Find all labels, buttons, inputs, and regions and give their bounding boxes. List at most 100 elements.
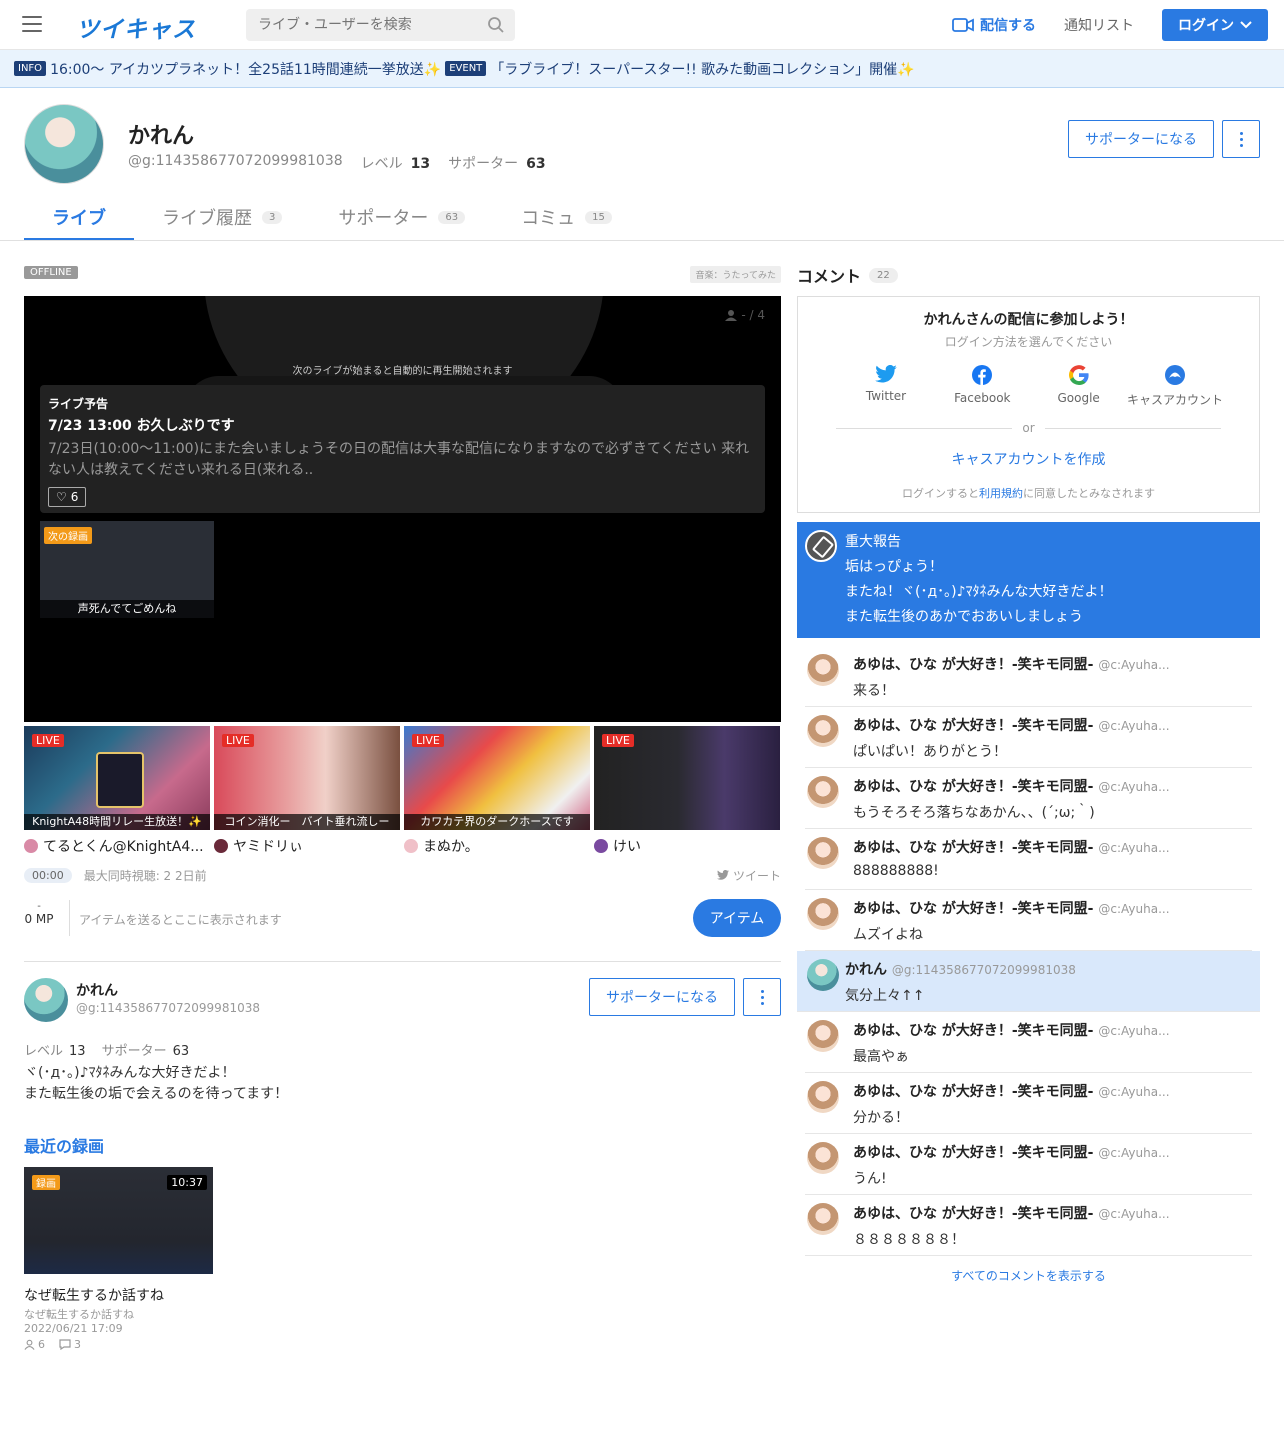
live-thumb[interactable]: LIVE コイン消化ー バイト垂れ流しー ヤミドリぃ: [214, 726, 400, 856]
comment-item: あゆは、ひな が大好き！-笑キモ同盟- @c:Ayuha... 分かる！: [805, 1073, 1252, 1134]
recording-views: 6: [38, 1338, 45, 1351]
live-thumb[interactable]: LIVE KnightA48時間リレー生放送！✨ てるとくん@KnightA4.…: [24, 726, 210, 856]
comment-icon: [59, 1339, 71, 1350]
like-button[interactable]: ♡ 6: [48, 487, 87, 507]
comment-author[interactable]: あゆは、ひな が大好き！-笑キモ同盟-: [853, 1206, 1094, 1222]
terms-link[interactable]: 利用規約: [979, 487, 1023, 500]
comment-author[interactable]: あゆは、ひな が大好き！-笑キモ同盟-: [853, 901, 1094, 917]
menu-icon[interactable]: [22, 16, 42, 32]
comment-author[interactable]: あゆは、ひな が大好き！-笑キモ同盟-: [853, 779, 1094, 795]
genre-badge[interactable]: 音楽：うたってみた: [690, 266, 781, 283]
login-google-button[interactable]: Google: [1031, 365, 1127, 408]
comment-item: あゆは、ひな が大好き！-笑キモ同盟- @c:Ayuha... 来る！: [805, 646, 1252, 707]
comment-author[interactable]: あゆは、ひな が大好き！-笑キモ同盟-: [853, 1084, 1094, 1100]
broadcast-button[interactable]: 配信する: [952, 15, 1036, 35]
comment-author[interactable]: あゆは、ひな が大好き！-笑キモ同盟-: [853, 718, 1094, 734]
event-announcement[interactable]: 「ラブライブ！スーパースター!! 歌みた動画コレクション」開催✨: [490, 59, 914, 79]
pinned-comment: 重大報告 垢はっぴょう！ またね！ヾ(･д･｡)♪ﾏﾀﾈみんな大好きだよ！ また…: [797, 522, 1260, 638]
tweet-button[interactable]: ツイート: [716, 867, 781, 884]
comment-avatar[interactable]: [807, 654, 839, 686]
notify-list-link[interactable]: 通知リスト: [1064, 15, 1134, 35]
tab-live-history[interactable]: ライブ履歴 3: [134, 193, 310, 241]
live-thumb[interactable]: LIVE カワカテ界のダークホースです まぬか。: [404, 726, 590, 856]
google-icon: [1068, 365, 1089, 385]
profile-avatar[interactable]: [24, 104, 104, 184]
card-supporter-label: サポーター: [101, 1044, 167, 1059]
live-thumb-username: ヤミドリぃ: [233, 839, 303, 855]
supporter-label: サポーター: [448, 156, 519, 172]
more-options-button[interactable]: [1222, 120, 1260, 158]
show-all-comments-link[interactable]: すべてのコメントを表示する: [797, 1267, 1260, 1284]
mp-display: - 0 MP: [24, 902, 54, 927]
tab-divider: [0, 240, 1284, 241]
next-recording-title: 声死んでてごめんね: [40, 600, 214, 618]
create-account-link[interactable]: キャスアカウントを作成: [798, 449, 1259, 469]
next-recording-label: 次の録画: [44, 527, 92, 544]
comment-author[interactable]: かれん: [845, 962, 887, 978]
comment-author[interactable]: あゆは、ひな が大好き！-笑キモ同盟-: [853, 657, 1094, 673]
preview-label: ライブ予告: [48, 397, 109, 411]
comment-author[interactable]: あゆは、ひな が大好き！-笑キモ同盟-: [853, 1023, 1094, 1039]
search-input[interactable]: [246, 9, 476, 41]
broadcast-label: 配信する: [980, 18, 1036, 34]
site-logo[interactable]: ツイキャス: [76, 10, 196, 44]
item-divider: [69, 900, 70, 936]
comment-author[interactable]: あゆは、ひな が大好き！-笑キモ同盟-: [853, 1145, 1094, 1161]
card-avatar[interactable]: [24, 978, 68, 1022]
login-facebook-button[interactable]: Facebook: [934, 365, 1030, 408]
comment-avatar[interactable]: [807, 959, 839, 991]
video-player[interactable]: - / 4 次のライブが始まると自動的に再生開始されます ライブ予告 7/23 …: [24, 296, 781, 722]
tab-history-count: 3: [262, 210, 283, 224]
tab-supporters-count: 63: [438, 210, 466, 224]
comment-user-id: @c:Ayuha...: [1098, 1085, 1170, 1099]
login-cas-account-button[interactable]: キャスアカウント: [1127, 365, 1223, 408]
bio-line-1: ヾ(･д･｡)♪ﾏﾀﾈみんな大好きだよ！: [24, 1065, 236, 1081]
card-more-options-button[interactable]: [743, 978, 781, 1016]
comment-avatar[interactable]: [807, 776, 839, 808]
comment-user-id: @g:114358677072099981038: [891, 963, 1076, 977]
login-button[interactable]: ログイン: [1162, 9, 1268, 41]
profile-name: かれん: [128, 124, 195, 149]
comment-user-id: @c:Ayuha...: [1098, 841, 1170, 855]
recording-title[interactable]: なぜ転生するか話すね: [24, 1285, 164, 1305]
item-button[interactable]: アイテム: [693, 899, 781, 937]
recent-recordings-heading[interactable]: 最近の録画: [24, 1133, 104, 1157]
terms-note-pre: ログインすると: [902, 487, 979, 500]
comment-avatar[interactable]: [807, 1142, 839, 1174]
card-become-supporter-button[interactable]: サポーターになる: [589, 978, 735, 1016]
comment-avatar[interactable]: [807, 1203, 839, 1235]
comments-count: 22: [869, 267, 898, 283]
become-supporter-button[interactable]: サポーターになる: [1068, 120, 1214, 158]
next-recording-card[interactable]: 次の録画 声死んでてごめんね: [40, 521, 214, 618]
terms-note: ログインすると利用規約に同意したとみなされます: [798, 485, 1259, 501]
comment-item: あゆは、ひな が大好き！-笑キモ同盟- @c:Ayuha... もうそろそろ落ちな…: [805, 768, 1252, 829]
comment-item: あゆは、ひな が大好き！-笑キモ同盟- @c:Ayuha... うん!: [805, 1134, 1252, 1195]
broadcast-stats: 00:00 最大同時視聴: 2 2日前 ツイート: [24, 866, 781, 884]
comment-avatar[interactable]: [807, 1020, 839, 1052]
facebook-label: Facebook: [954, 391, 1011, 405]
profile-id: @g:114358677072099981038: [128, 153, 343, 169]
tab-supporters[interactable]: サポーター 63: [310, 193, 493, 241]
comment-avatar[interactable]: [807, 898, 839, 930]
login-twitter-button[interactable]: Twitter: [838, 365, 934, 408]
comment-avatar[interactable]: [807, 1081, 839, 1113]
info-announcement[interactable]: 16:00〜 アイカツプラネット！全25話11時間連続一挙放送✨: [50, 59, 441, 79]
comment-author[interactable]: あゆは、ひな が大好き！-笑キモ同盟-: [853, 840, 1094, 856]
search-icon[interactable]: [487, 16, 505, 34]
live-thumb-username: まぬか。: [423, 839, 479, 855]
tab-community[interactable]: コミュ 15: [493, 193, 640, 241]
live-thumb[interactable]: LIVE けい: [594, 726, 780, 856]
comment-avatar[interactable]: [807, 837, 839, 869]
google-label: Google: [1057, 391, 1100, 405]
card-supporters: 63: [172, 1044, 190, 1059]
live-thumb-image: LIVE コイン消化ー バイト垂れ流しー: [214, 726, 400, 830]
terms-note-post: に同意したとみなされます: [1023, 487, 1155, 500]
comment-text: ぱいぱい！ありがとう！: [853, 744, 1007, 760]
recording-duration: 10:37: [167, 1175, 207, 1190]
pinned-line: 垢はっぴょう！: [845, 559, 943, 575]
card-name[interactable]: かれん: [76, 980, 118, 1000]
recording-thumbnail[interactable]: 録画 10:37: [24, 1167, 213, 1274]
comment-avatar[interactable]: [807, 715, 839, 747]
tab-live[interactable]: ライブ: [24, 193, 134, 241]
comment-text: うん!: [853, 1171, 887, 1187]
